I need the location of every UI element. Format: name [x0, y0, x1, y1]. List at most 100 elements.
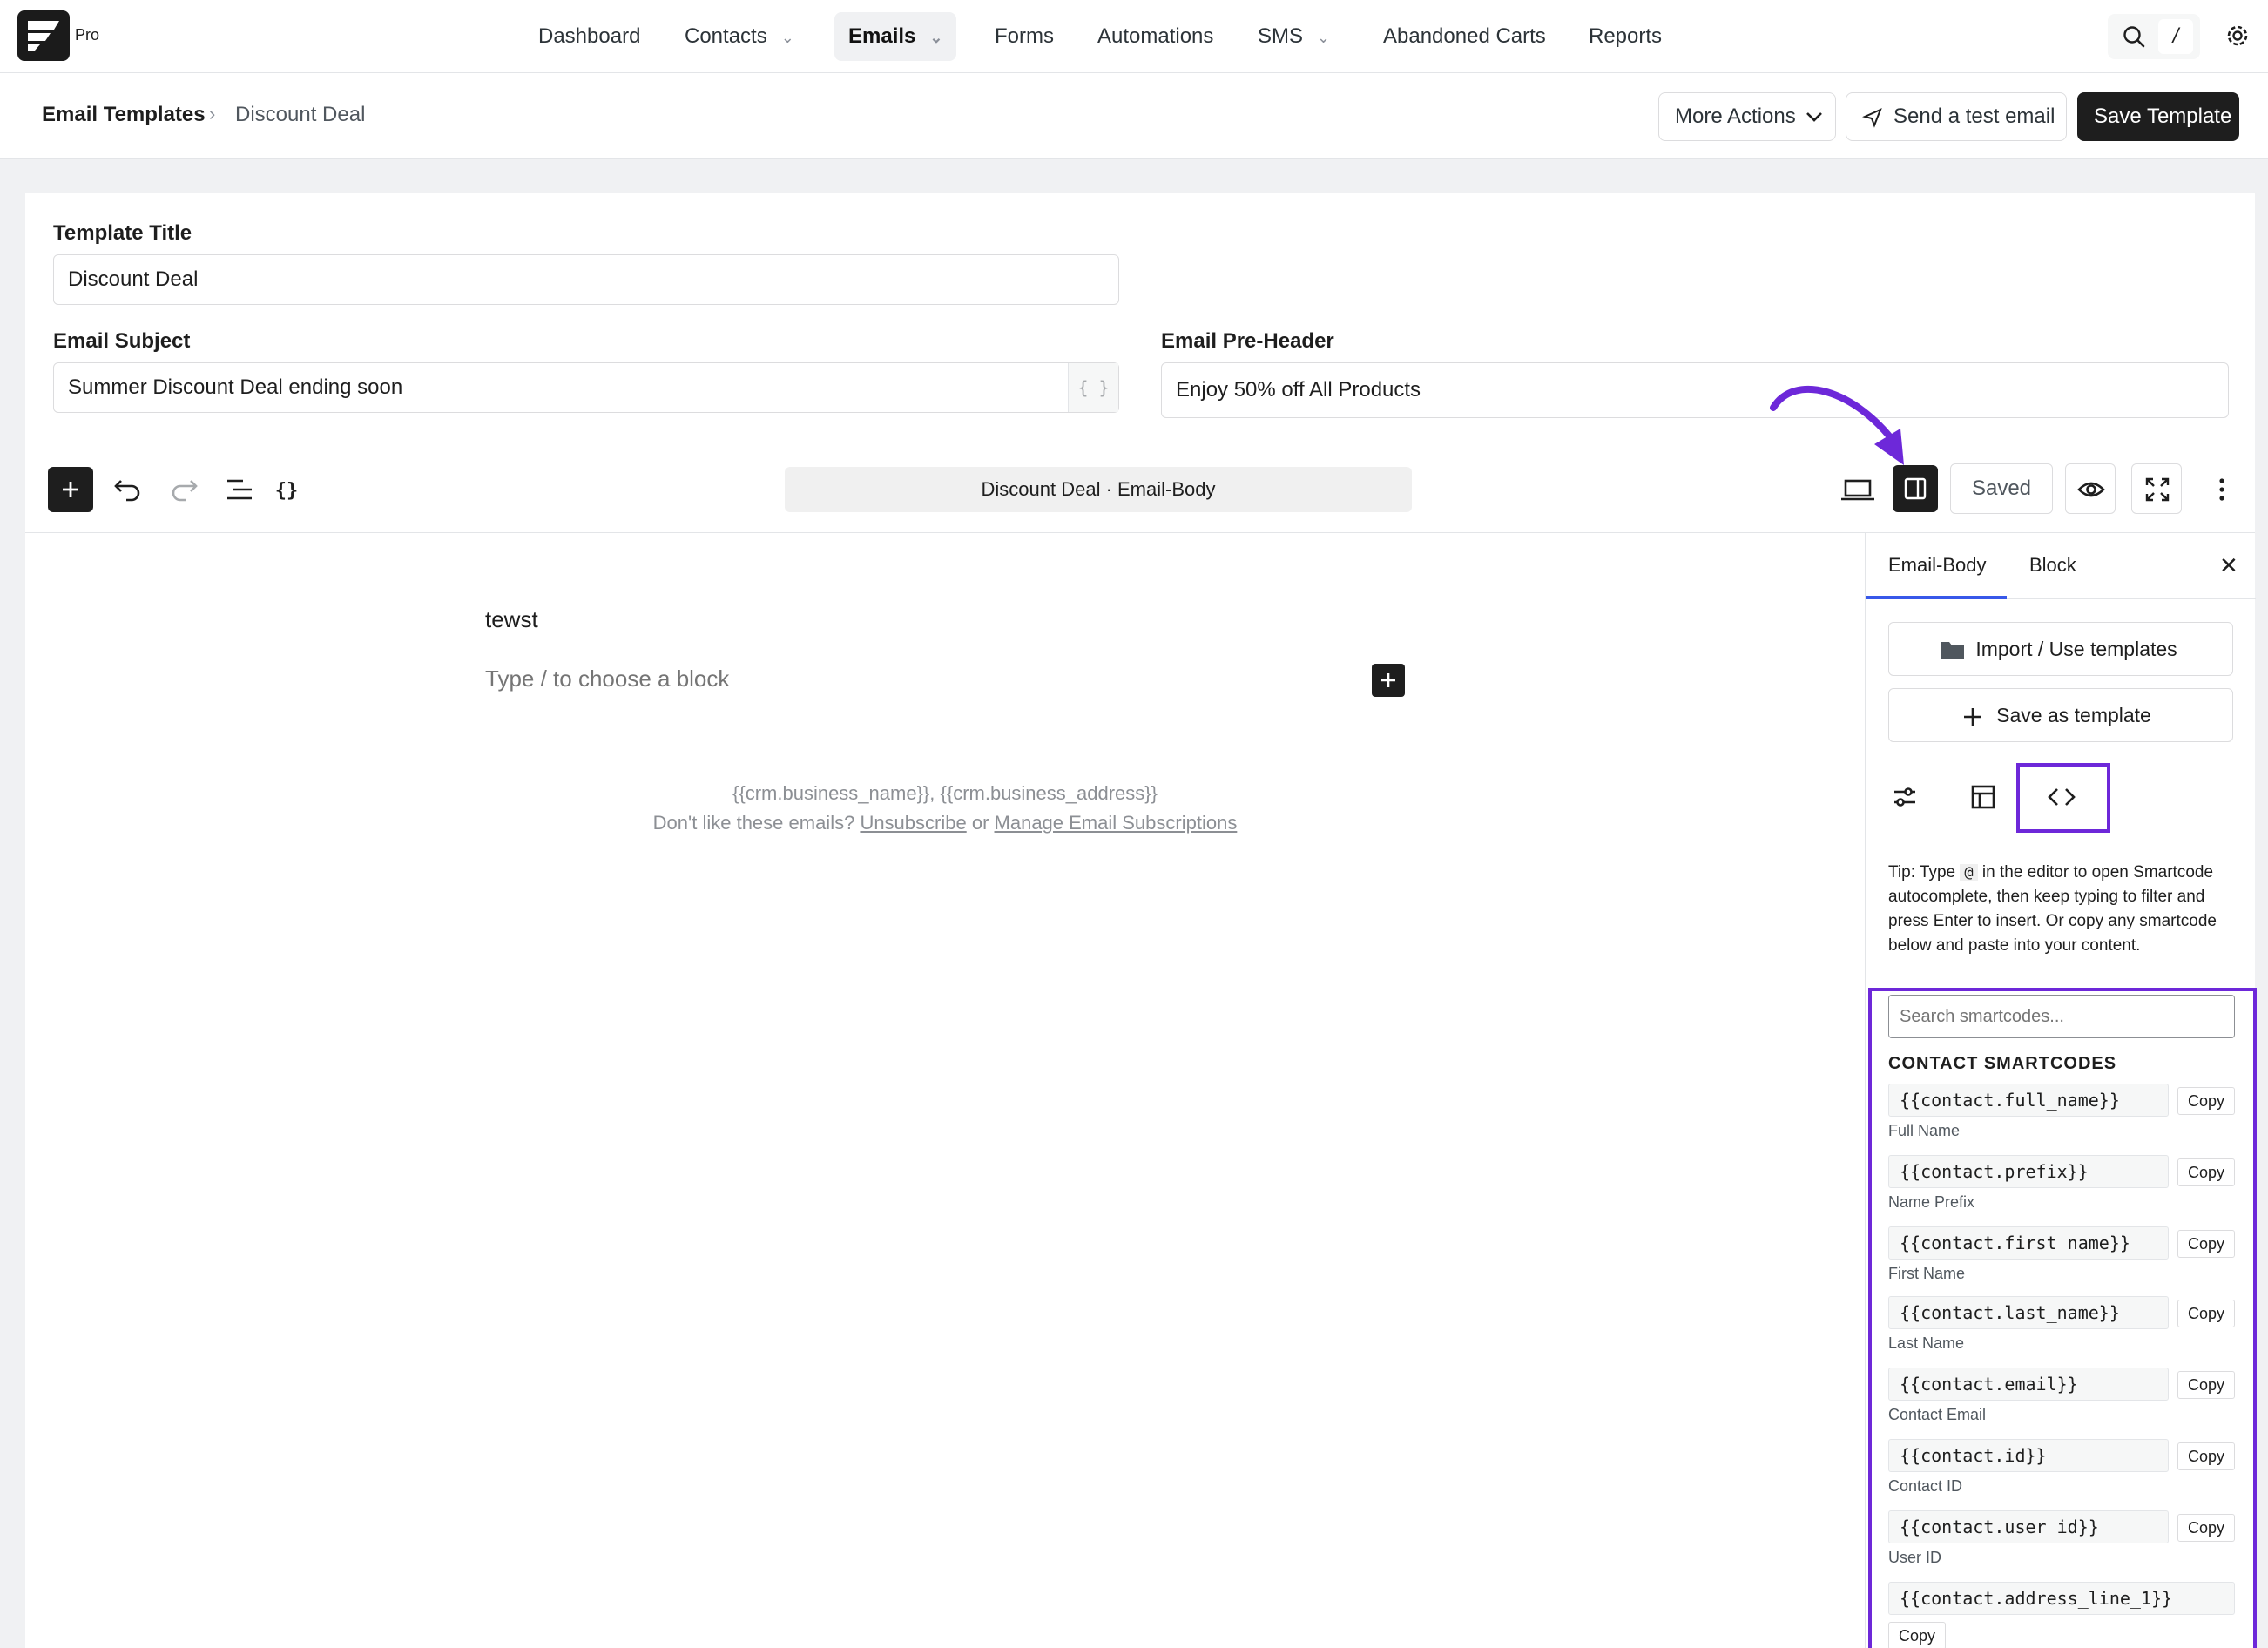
smartcode-value[interactable]: {{contact.prefix}} — [1888, 1155, 2169, 1188]
smartcode-description: Last Name — [1888, 1334, 1965, 1352]
send-icon — [1862, 108, 1882, 128]
tip-code: @ — [1960, 864, 1978, 881]
chevron-right-icon: › — [209, 103, 216, 125]
save-as-template-button[interactable]: Save as template — [1888, 688, 2233, 742]
more-options-icon[interactable] — [2201, 469, 2243, 510]
smartcode-description: User ID — [1888, 1549, 1942, 1566]
code-braces-icon[interactable]: {} — [266, 469, 307, 510]
nav-reports[interactable]: Reports — [1575, 12, 1676, 61]
plus-icon — [1964, 708, 1981, 726]
smartcode-value[interactable]: {{contact.user_id}} — [1888, 1510, 2169, 1543]
import-templates-button[interactable]: Import / Use templates — [1888, 622, 2233, 676]
settings-sidebar: Email-Body Block ✕ Import / Use template… — [1865, 533, 2257, 1648]
nav-contacts[interactable]: Contacts ⌄ — [671, 12, 808, 61]
copy-button[interactable]: Copy — [2177, 1371, 2235, 1399]
smartcode-value[interactable]: {{contact.last_name}} — [1888, 1296, 2169, 1329]
paragraph-block[interactable]: tewst — [485, 606, 538, 633]
more-actions-button[interactable]: More Actions — [1658, 92, 1836, 141]
footer-unsubscribe-text: Don't like these emails? Unsubscribe or … — [25, 812, 1865, 834]
nav-forms[interactable]: Forms — [981, 12, 1068, 61]
tab-block[interactable]: Block — [2029, 554, 2076, 577]
nav-label: Emails — [848, 24, 916, 48]
active-tab-indicator — [1866, 596, 2007, 599]
undo-icon[interactable] — [107, 469, 149, 510]
nav-automations[interactable]: Automations — [1083, 12, 1227, 61]
smartcode-value[interactable]: {{contact.address_line_1}} — [1888, 1582, 2235, 1615]
nav-label: Reports — [1589, 24, 1663, 48]
breadcrumb-email-templates[interactable]: Email Templates — [42, 103, 206, 127]
email-preheader-textarea[interactable]: Enjoy 50% off All Products — [1161, 362, 2229, 418]
button-label: Import / Use templates — [1975, 638, 2177, 660]
block-inserter-button[interactable] — [48, 467, 93, 512]
contact-smartcodes-heading: CONTACT SMARTCODES — [1888, 1054, 2117, 1073]
nav-abandoned-carts[interactable]: Abandoned Carts — [1369, 12, 1560, 61]
copy-button[interactable]: Copy — [2177, 1300, 2235, 1327]
smartcode-value[interactable]: {{contact.email}} — [1888, 1368, 2169, 1401]
nav-sms[interactable]: SMS ⌄ — [1244, 12, 1344, 61]
send-test-email-button[interactable]: Send a test email — [1846, 92, 2067, 141]
email-subject-input[interactable]: Summer Discount Deal ending soon { } — [53, 362, 1119, 413]
document-title-bar[interactable]: Discount Deal · Email-Body — [785, 467, 1412, 512]
smartcode-value[interactable]: {{contact.full_name}} — [1888, 1084, 2169, 1117]
copy-button[interactable]: Copy — [2177, 1230, 2235, 1258]
nav-label: Automations — [1097, 24, 1214, 48]
smartcode-value[interactable]: {{contact.first_name}} — [1888, 1226, 2169, 1260]
footer-prefix: Don't like these emails? — [652, 812, 861, 834]
smartcode-row: {{contact.email}} Copy Contact Email — [1888, 1368, 2235, 1428]
copy-button[interactable]: Copy — [2177, 1514, 2235, 1542]
smartcode-search-input[interactable]: Search smartcodes... — [1888, 995, 2235, 1038]
eye-icon — [2077, 482, 2105, 497]
global-search[interactable]: / — [2108, 14, 2200, 59]
inline-block-inserter[interactable] — [1372, 664, 1405, 697]
layout-icon[interactable] — [1961, 775, 2005, 819]
smartcode-value[interactable]: {{contact.id}} — [1888, 1439, 2169, 1472]
nav-label: SMS — [1258, 24, 1304, 48]
smartcode-description: Name Prefix — [1888, 1193, 1975, 1211]
search-icon — [2123, 26, 2145, 48]
nav-label: Abandoned Carts — [1383, 24, 1546, 48]
unsubscribe-link[interactable]: Unsubscribe — [860, 812, 966, 834]
tip-text: Tip: Type — [1888, 863, 1961, 881]
nav-emails[interactable]: Emails ⌄ — [834, 12, 957, 61]
smartcode-row: {{contact.last_name}} Copy Last Name — [1888, 1296, 2235, 1357]
copy-button[interactable]: Copy — [2177, 1442, 2235, 1470]
nav-dashboard[interactable]: Dashboard — [524, 12, 654, 61]
template-title-input[interactable]: Discount Deal — [53, 254, 1119, 305]
smartcode-row: {{contact.user_id}} Copy User ID — [1888, 1510, 2235, 1571]
save-template-button[interactable]: Save Template — [2077, 92, 2239, 141]
input-value: Discount Deal — [68, 267, 199, 291]
fullscreen-button[interactable] — [2131, 463, 2182, 514]
close-icon[interactable]: ✕ — [2219, 552, 2238, 579]
template-title-label: Template Title — [53, 221, 192, 245]
manage-subscriptions-link[interactable]: Manage Email Subscriptions — [995, 812, 1238, 834]
annotation-arrow — [1770, 385, 1904, 465]
smartcode-description: First Name — [1888, 1265, 1966, 1282]
email-body-canvas[interactable]: tewst Type / to choose a block {{crm.bus… — [25, 533, 1865, 1648]
email-subject-label: Email Subject — [53, 329, 191, 353]
email-preheader-label: Email Pre-Header — [1161, 329, 1334, 353]
tab-email-body[interactable]: Email-Body — [1888, 554, 1986, 577]
plus-icon — [1381, 673, 1395, 687]
preview-button[interactable] — [2065, 463, 2116, 514]
copy-button[interactable]: Copy — [2177, 1087, 2235, 1115]
plus-icon — [63, 482, 78, 497]
gear-icon[interactable] — [2223, 21, 2252, 51]
smartcode-tip: Tip: Type @ in the editor to open Smartc… — [1888, 861, 2237, 958]
button-label: Send a test email — [1893, 105, 2055, 128]
copy-button[interactable]: Copy — [2177, 1158, 2235, 1186]
smartcode-description: Contact ID — [1888, 1477, 1963, 1495]
copy-button[interactable]: Copy — [1888, 1622, 1946, 1648]
page-header: Email Templates › Discount Deal More Act… — [0, 73, 2268, 159]
smartcode-picker-button[interactable]: { } — [1068, 363, 1118, 412]
input-value: Summer Discount Deal ending soon — [68, 375, 403, 399]
app-logo[interactable] — [17, 10, 70, 61]
smartcode-row: {{contact.first_name}} Copy First Name — [1888, 1226, 2235, 1287]
chevron-down-icon — [1806, 112, 1822, 122]
redo-icon[interactable] — [163, 469, 205, 510]
chevron-down-icon: ⌄ — [929, 28, 943, 46]
document-overview-icon[interactable] — [219, 469, 260, 510]
block-placeholder[interactable]: Type / to choose a block — [485, 665, 729, 692]
folder-icon — [1941, 642, 1964, 659]
sliders-icon[interactable] — [1883, 775, 1927, 819]
saved-status-button[interactable]: Saved — [1950, 463, 2053, 514]
